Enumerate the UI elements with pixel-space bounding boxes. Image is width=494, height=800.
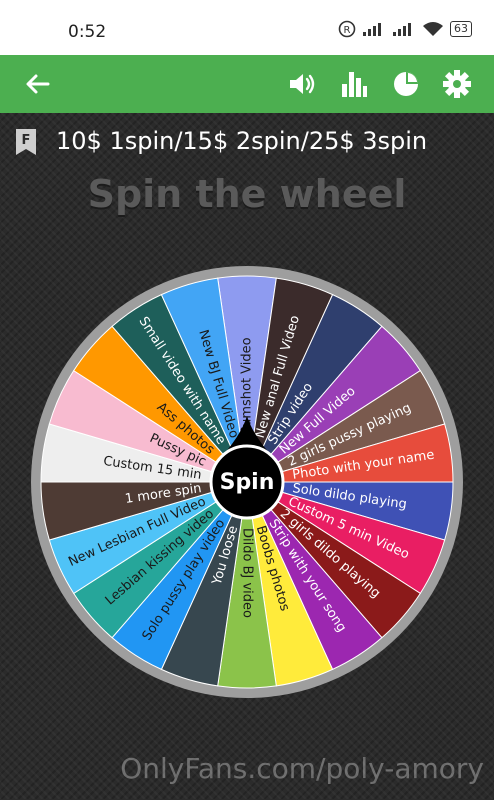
app-bar — [0, 55, 494, 113]
battery-level: 63 — [454, 22, 468, 35]
spin-wheel[interactable]: Cumshot VideoNew anal Full VideoStrip vi… — [0, 232, 494, 712]
spin-button-label: Spin — [220, 470, 275, 495]
stats-icon[interactable] — [338, 68, 370, 100]
battery-icon: 63 — [450, 21, 472, 37]
wheel-segment-label: Dildo BJ video — [240, 528, 255, 618]
wheel-title-row: F 10$ 1spin/15$ 2spin/25$ 3spin — [0, 113, 494, 171]
arrow-left-icon[interactable] — [22, 68, 54, 100]
volume-icon[interactable] — [286, 68, 318, 100]
page-heading: Spin the wheel — [87, 172, 407, 216]
registered-icon: R — [338, 20, 356, 38]
pie-chart-icon[interactable] — [390, 68, 422, 100]
svg-text:R: R — [344, 25, 351, 36]
svg-text:F: F — [22, 133, 31, 148]
status-icons: R 63 — [338, 20, 472, 38]
wheel-title[interactable]: 10$ 1spin/15$ 2spin/25$ 3spin — [56, 127, 427, 155]
status-time: 0:52 — [68, 22, 107, 42]
settings-icon[interactable] — [441, 68, 473, 100]
signal-icon — [363, 23, 381, 36]
signal-icon — [393, 23, 411, 36]
wifi-icon — [423, 22, 443, 36]
flag-icon[interactable]: F — [14, 127, 38, 157]
watermark-text: OnlyFans.com/poly-amory — [120, 752, 484, 785]
